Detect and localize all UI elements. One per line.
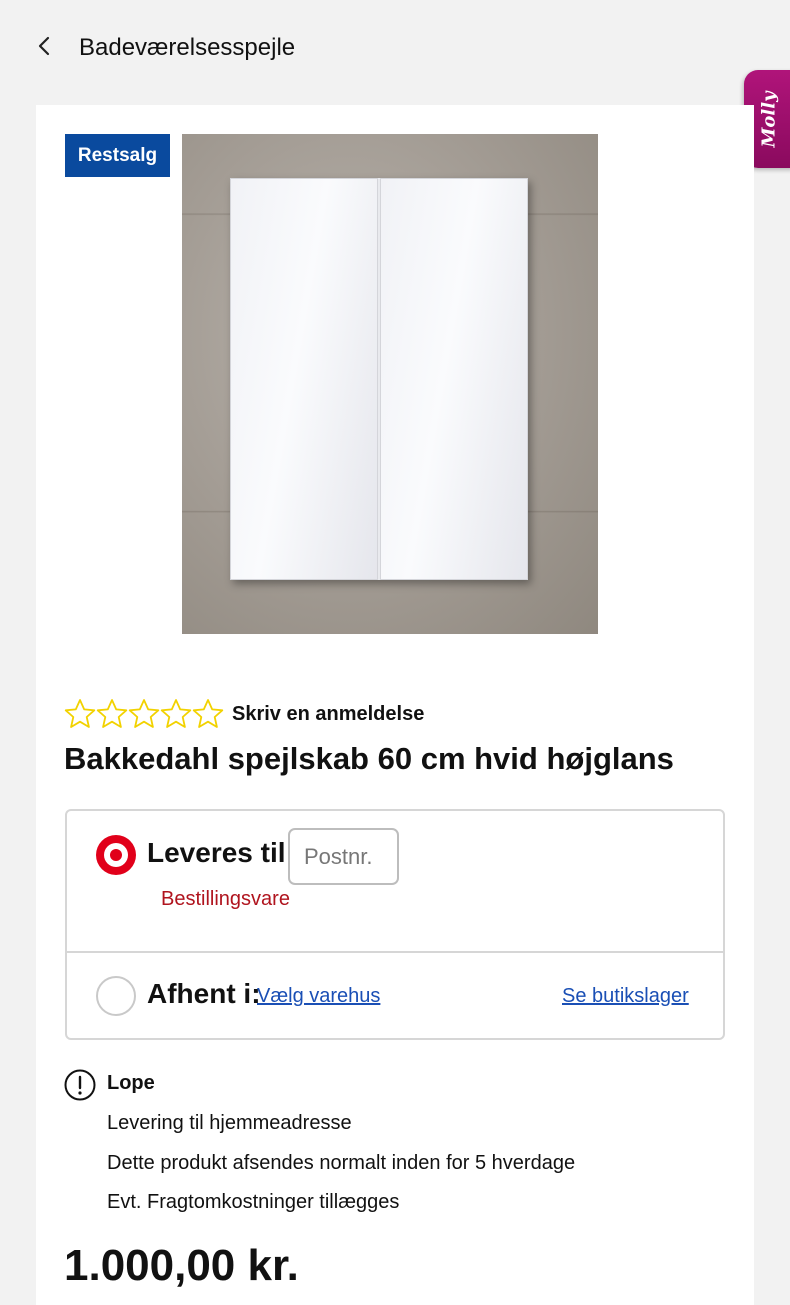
star-icon [192,698,224,730]
exclamation-circle-icon [64,1069,96,1106]
delivery-options: Leveres til: Bestillingsvare Afhent i: V… [65,809,725,1040]
mirror-cabinet-graphic [230,178,528,580]
cabinet-door-left [230,178,378,580]
ship-label: Leveres til: [147,837,295,868]
product-price: 1.000,00 kr. [64,1241,299,1290]
info-title: Lope [107,1072,155,1094]
ship-radio-selected[interactable] [96,835,136,875]
top-bar: Badeværelsesspejle [0,0,790,100]
rating-row: Skriv en anmeldelse [64,698,424,730]
postcode-input[interactable] [288,828,399,885]
back-button[interactable] [30,32,58,64]
star-icon [160,698,192,730]
star-rating[interactable] [64,698,224,730]
product-image[interactable] [182,134,598,634]
cabinet-door-right [380,178,528,580]
choose-store-link[interactable]: Vælg varehus [257,985,380,1008]
product-title: Bakkedahl spejlskab 60 cm hvid højglans [64,741,674,776]
info-line: Dette produkt afsendes normalt inden for… [107,1152,576,1174]
sale-badge: Restsalg [65,134,170,177]
info-line: Evt. Fragtomkostninger tillægges [107,1191,400,1213]
divider [67,951,723,953]
molly-label: Molly [758,90,780,148]
star-icon [64,698,96,730]
order-status-text: Bestillingsvare [161,888,290,910]
star-icon [128,698,160,730]
pickup-label: Afhent i: [147,978,261,1009]
star-icon [96,698,128,730]
page-title: Badeværelsesspejle [79,34,296,61]
store-stock-link[interactable]: Se butikslager [562,985,689,1008]
pickup-radio[interactable] [96,976,136,1016]
info-line: Levering til hjemmeadresse [107,1112,352,1134]
product-card: Restsalg Skriv en anmeldelse Bakkedahl s… [36,105,754,1305]
chevron-left-icon [37,35,51,62]
write-review-link[interactable]: Skriv en anmeldelse [232,703,424,726]
